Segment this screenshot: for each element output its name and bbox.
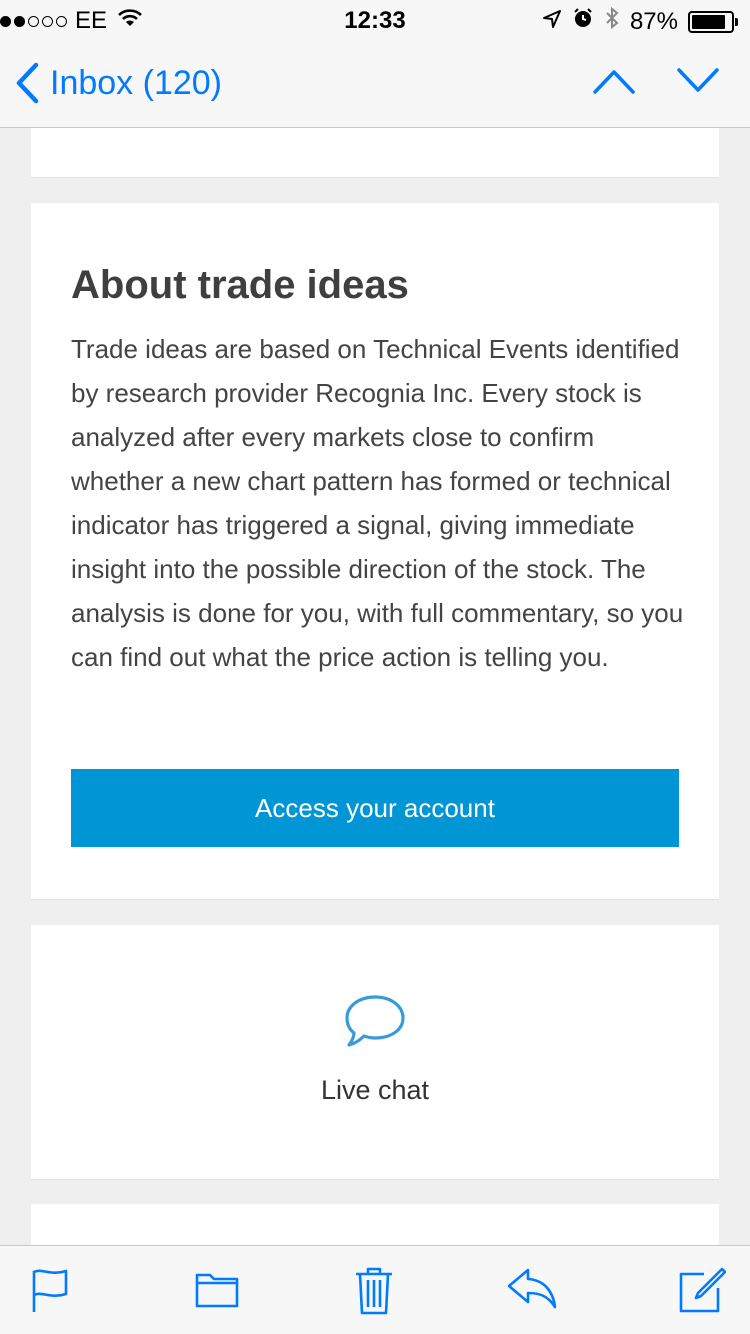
chevron-left-icon [16, 62, 39, 104]
nav-bar: Inbox (120) [0, 40, 750, 128]
about-title: About trade ideas [71, 263, 409, 307]
message-navigation [592, 66, 720, 101]
reply-button[interactable] [506, 1266, 558, 1315]
about-body: Trade ideas are based on Technical Event… [71, 334, 684, 672]
previous-message-button[interactable] [592, 66, 636, 101]
chevron-up-icon [593, 70, 635, 94]
trash-icon [356, 1267, 392, 1315]
battery-level [692, 14, 726, 29]
move-to-folder-button[interactable] [194, 1266, 240, 1315]
screen: EE 12:33 87% Inbox (120) About trade ide… [0, 0, 750, 1334]
reply-icon [507, 1268, 557, 1309]
email-card-previous [31, 128, 719, 178]
folder-icon [195, 1273, 239, 1308]
about-trade-ideas-card: About trade ideas Trade ideas are based … [31, 203, 719, 900]
battery-icon [688, 10, 738, 33]
status-bar: EE 12:33 87% [0, 0, 750, 40]
bluetooth-icon [604, 6, 620, 37]
chevron-down-icon [677, 68, 719, 92]
back-button[interactable]: Inbox (120) [14, 62, 222, 104]
battery-percent: 87% [629, 7, 678, 35]
trash-button[interactable] [354, 1266, 394, 1321]
next-message-button[interactable] [676, 66, 720, 101]
back-label: Inbox (120) [50, 63, 222, 102]
access-account-button[interactable]: Access your account [71, 769, 679, 847]
live-chat-card[interactable]: Live chat [31, 925, 719, 1180]
live-chat-label: Live chat [320, 1075, 430, 1105]
flag-icon [32, 1269, 68, 1312]
mail-toolbar [0, 1245, 750, 1334]
speech-bubble-icon [343, 993, 407, 1054]
alarm-icon [572, 7, 594, 36]
location-arrow-icon [542, 8, 562, 36]
status-right: 87% [542, 6, 738, 37]
compose-icon [679, 1267, 727, 1313]
flag-button[interactable] [30, 1266, 70, 1319]
compose-button[interactable] [678, 1266, 727, 1319]
